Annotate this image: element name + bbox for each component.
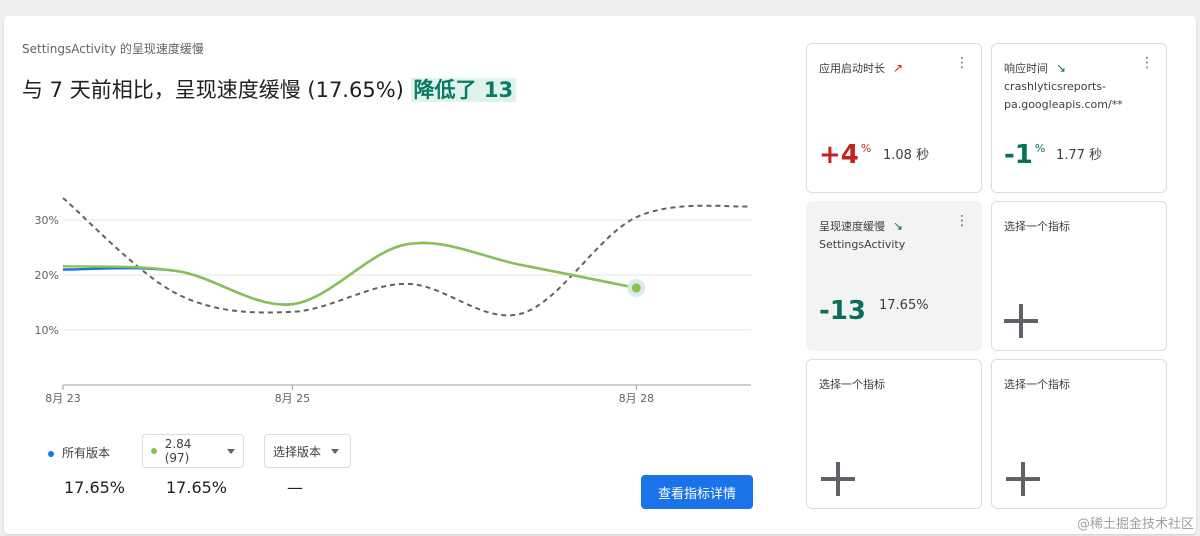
watermark: @稀土掘金技术社区 [1076,517,1194,532]
metric-card-empty[interactable]: 选择一个指标 [806,359,982,509]
chevron-down-icon [227,448,235,454]
trend-up-icon: ↗ [893,61,904,75]
metric-title: 应用启动时长 ↗ [819,61,904,75]
chevron-down-icon [331,448,340,454]
metric-card-app-start[interactable]: 应用启动时长 ↗ ⋮ +4% 1.08 秒 [806,43,982,193]
metric-card-response-time[interactable]: 响应时间 ↘ ⋮ crashlyticsreports-pa.googleapis… [991,43,1167,193]
version-label: 2.84 (97) [164,437,192,465]
x-tick-label: 8月 25 [275,392,311,405]
version-dot [151,448,157,454]
metric-subtitle: crashlyticsreports-pa.googleapis.com/** [1004,80,1123,111]
data-point [631,283,641,293]
metric-card-empty[interactable]: 选择一个指标 [991,201,1167,351]
metric-title: 呈现速度缓慢 ↘ [819,219,904,233]
metric-change: -1% [1004,140,1046,170]
all-versions-value: 17.65% [64,478,126,497]
version-value: 17.65% [166,478,228,497]
metric-placeholder: 选择一个指标 [1004,220,1070,233]
view-metric-details-button[interactable]: 查看指标详情 [641,475,753,509]
metric-card-empty[interactable]: 选择一个指标 [991,359,1167,509]
page-headline: 与 7 天前相比，呈现速度缓慢 (17.65%) 降低了 13 [22,74,517,104]
metric-placeholder: 选择一个指标 [819,378,885,391]
page-subtitle: SettingsActivity 的呈现速度缓慢 [22,42,204,56]
version-select[interactable]: 2.84 (97) [142,434,244,468]
y-tick-label: 20% [35,269,59,282]
metric-value: 1.77 秒 [1056,148,1103,163]
metric-subtitle: SettingsActivity [819,238,906,251]
headline-text: 与 7 天前相比，呈现速度缓慢 (17.65%) [22,78,411,102]
headline-highlight: 降低了 13 [410,78,517,102]
metric-card-slow-render[interactable]: 呈现速度缓慢 ↘ ⋮ SettingsActivity -13 17.65% [806,201,982,351]
more-vert-icon[interactable]: ⋮ [955,56,969,70]
metric-value: 1.08 秒 [883,148,930,163]
more-vert-icon[interactable]: ⋮ [955,214,969,228]
x-tick-label: 8月 23 [45,392,81,405]
y-tick-label: 10% [35,324,59,337]
trend-chart: 10% 20% 30% 8月 23 8月 25 8月 28 [35,197,752,405]
metric-value: 17.65% [879,298,929,313]
add-icon[interactable] [1004,304,1038,338]
add-icon[interactable] [821,462,855,496]
choose-version-label: 选择版本 [273,444,322,459]
x-tick-label: 8月 28 [619,392,655,405]
y-tick-label: 30% [35,214,59,227]
all-versions-label: 所有版本 [62,446,111,460]
add-icon[interactable] [1006,462,1040,496]
legend-all-versions: 所有版本 [48,444,110,461]
metric-change: +4% [819,140,872,170]
series-line-previous [62,197,752,317]
trend-down-icon: ↘ [893,219,904,233]
metric-title: 响应时间 ↘ [1004,61,1067,75]
all-versions-dot [48,450,54,457]
more-vert-icon[interactable]: ⋮ [1140,56,1154,70]
metric-placeholder: 选择一个指标 [1004,378,1070,391]
choose-version-select[interactable]: 选择版本 [264,434,351,468]
metric-change: -13 [819,296,866,326]
choose-version-value: — [287,478,303,497]
trend-down-icon: ↘ [1056,61,1067,75]
